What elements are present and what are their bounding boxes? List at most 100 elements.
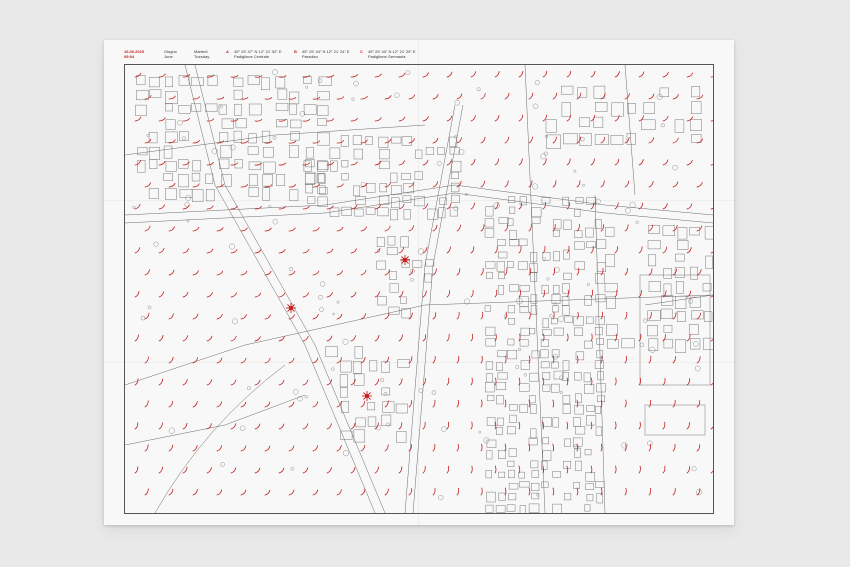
wind-vector bbox=[326, 335, 333, 342]
building bbox=[390, 172, 398, 183]
wind-vector bbox=[504, 443, 507, 452]
building bbox=[451, 182, 460, 193]
building bbox=[305, 159, 315, 168]
building bbox=[595, 315, 605, 326]
building bbox=[451, 194, 460, 203]
building bbox=[540, 361, 550, 369]
building bbox=[583, 372, 591, 383]
wind-vector bbox=[542, 289, 545, 298]
wind-vector bbox=[312, 401, 319, 408]
building bbox=[192, 160, 202, 172]
building bbox=[376, 260, 387, 270]
building bbox=[340, 360, 352, 373]
wind-vector bbox=[206, 248, 214, 254]
tree-circle bbox=[559, 391, 563, 395]
wind-vector bbox=[576, 443, 579, 452]
wind-vector bbox=[446, 290, 451, 298]
building bbox=[486, 491, 496, 503]
wind-vector bbox=[494, 377, 497, 386]
building bbox=[691, 310, 704, 320]
wind-vector bbox=[158, 160, 166, 166]
wind-vector bbox=[456, 399, 459, 408]
wind-vector bbox=[288, 140, 297, 144]
wind-vector bbox=[624, 268, 628, 276]
tree-circle bbox=[290, 467, 295, 471]
wind-vector bbox=[470, 202, 475, 210]
building bbox=[165, 188, 177, 200]
building bbox=[563, 133, 578, 145]
building bbox=[496, 395, 504, 405]
building bbox=[234, 159, 243, 169]
building bbox=[542, 450, 552, 461]
building bbox=[395, 403, 408, 414]
building bbox=[485, 261, 496, 269]
building bbox=[674, 339, 687, 353]
tree-circle bbox=[532, 103, 539, 109]
wind-vector bbox=[470, 246, 475, 254]
wind-vector bbox=[264, 401, 271, 408]
location-markers bbox=[286, 255, 410, 401]
wind-vector bbox=[446, 377, 450, 386]
building bbox=[594, 134, 609, 145]
wind-vector bbox=[710, 76, 713, 78]
wind-vector bbox=[528, 487, 531, 496]
tree-circle bbox=[153, 241, 159, 247]
building bbox=[575, 393, 582, 403]
building bbox=[191, 189, 204, 202]
wind-vector bbox=[312, 314, 319, 320]
wind-vector bbox=[182, 204, 190, 210]
map-frame bbox=[124, 64, 714, 514]
wind-vector bbox=[168, 226, 175, 232]
tree-circle bbox=[272, 136, 277, 140]
wind-vector bbox=[542, 158, 547, 166]
building bbox=[149, 159, 158, 169]
wind-vector bbox=[456, 311, 460, 320]
wind-vector bbox=[662, 72, 669, 78]
building bbox=[353, 148, 363, 160]
wind-vector bbox=[216, 270, 224, 276]
tree-circle bbox=[580, 137, 585, 142]
wind-vector bbox=[192, 401, 198, 408]
wind-vector bbox=[240, 227, 248, 232]
building bbox=[164, 131, 178, 143]
wind-vector bbox=[446, 71, 453, 78]
tree-circle bbox=[177, 120, 183, 126]
wind-vector bbox=[158, 117, 166, 122]
tree-circle bbox=[181, 136, 186, 141]
wind-vector bbox=[230, 162, 238, 166]
tree-circle bbox=[691, 466, 697, 472]
building bbox=[595, 273, 605, 284]
wind-vector bbox=[590, 70, 596, 78]
building bbox=[675, 253, 685, 262]
wind-vector bbox=[480, 224, 485, 232]
tree-circle bbox=[232, 318, 238, 325]
tree-circle bbox=[661, 123, 665, 128]
building bbox=[518, 471, 525, 479]
building bbox=[498, 272, 505, 280]
wind-vector bbox=[504, 355, 507, 364]
wind-vector bbox=[408, 356, 413, 364]
wind-vector bbox=[278, 292, 286, 298]
building bbox=[508, 448, 517, 457]
building bbox=[561, 296, 570, 306]
wind-vector bbox=[662, 334, 666, 342]
building bbox=[690, 338, 701, 350]
building bbox=[540, 349, 549, 359]
wind-vector bbox=[192, 183, 200, 188]
building bbox=[496, 426, 503, 435]
building bbox=[546, 134, 561, 149]
wind-vector bbox=[662, 246, 668, 254]
building bbox=[381, 361, 390, 373]
wind-vector bbox=[264, 445, 271, 452]
building bbox=[586, 405, 595, 412]
building bbox=[341, 206, 352, 216]
building bbox=[248, 161, 262, 171]
wind-vector bbox=[230, 335, 237, 342]
wind-vector bbox=[288, 357, 295, 364]
wind-vector bbox=[446, 246, 451, 254]
tree-circle bbox=[272, 218, 279, 225]
building bbox=[691, 86, 701, 98]
tree-circle bbox=[146, 134, 150, 137]
wind-vector bbox=[494, 246, 498, 254]
wind-vector bbox=[192, 313, 199, 320]
